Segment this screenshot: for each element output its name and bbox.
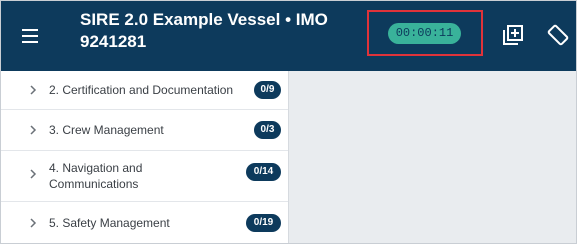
progress-badge: 0/19 — [246, 214, 281, 232]
app-window: SIRE 2.0 Example Vessel • IMO 9241281 00… — [0, 0, 577, 244]
vessel-title: SIRE 2.0 Example Vessel • IMO 9241281 — [80, 10, 328, 51]
progress-badge: 0/3 — [254, 121, 281, 139]
sidebar: 2. Certification and Documentation 0/9 3… — [1, 71, 288, 243]
sidebar-item-label: 2. Certification and Documentation — [49, 83, 234, 97]
chevron-right-icon — [30, 169, 37, 179]
header-bar: SIRE 2.0 Example Vessel • IMO 9241281 00… — [1, 1, 576, 71]
timer-badge[interactable]: 00:00:11 — [388, 23, 461, 44]
sidebar-item-label: 5. Safety Management — [49, 216, 170, 230]
progress-badge: 0/14 — [246, 163, 281, 181]
sidebar-item-crew-management[interactable]: 3. Crew Management 0/3 — [1, 110, 288, 151]
add-box-icon[interactable] — [501, 23, 525, 47]
sidebar-item-label: 3. Crew Management — [49, 123, 164, 137]
chevron-right-icon — [30, 125, 37, 135]
sidebar-item-navigation[interactable]: 4. Navigation and Communications 0/14 — [1, 151, 288, 202]
sidebar-item-label: 4. Navigation and Communications — [49, 161, 143, 191]
sidebar-item-certification[interactable]: 2. Certification and Documentation 0/9 — [1, 71, 288, 110]
sidebar-item-safety-management[interactable]: 5. Safety Management 0/19 — [1, 202, 288, 243]
rotate-screen-icon[interactable] — [546, 23, 570, 47]
chevron-right-icon — [30, 218, 37, 228]
chevron-right-icon — [30, 85, 37, 95]
menu-icon[interactable] — [19, 25, 47, 47]
panel-divider — [288, 71, 289, 243]
timer-highlight: 00:00:11 — [367, 10, 483, 56]
progress-badge: 0/9 — [254, 81, 281, 99]
